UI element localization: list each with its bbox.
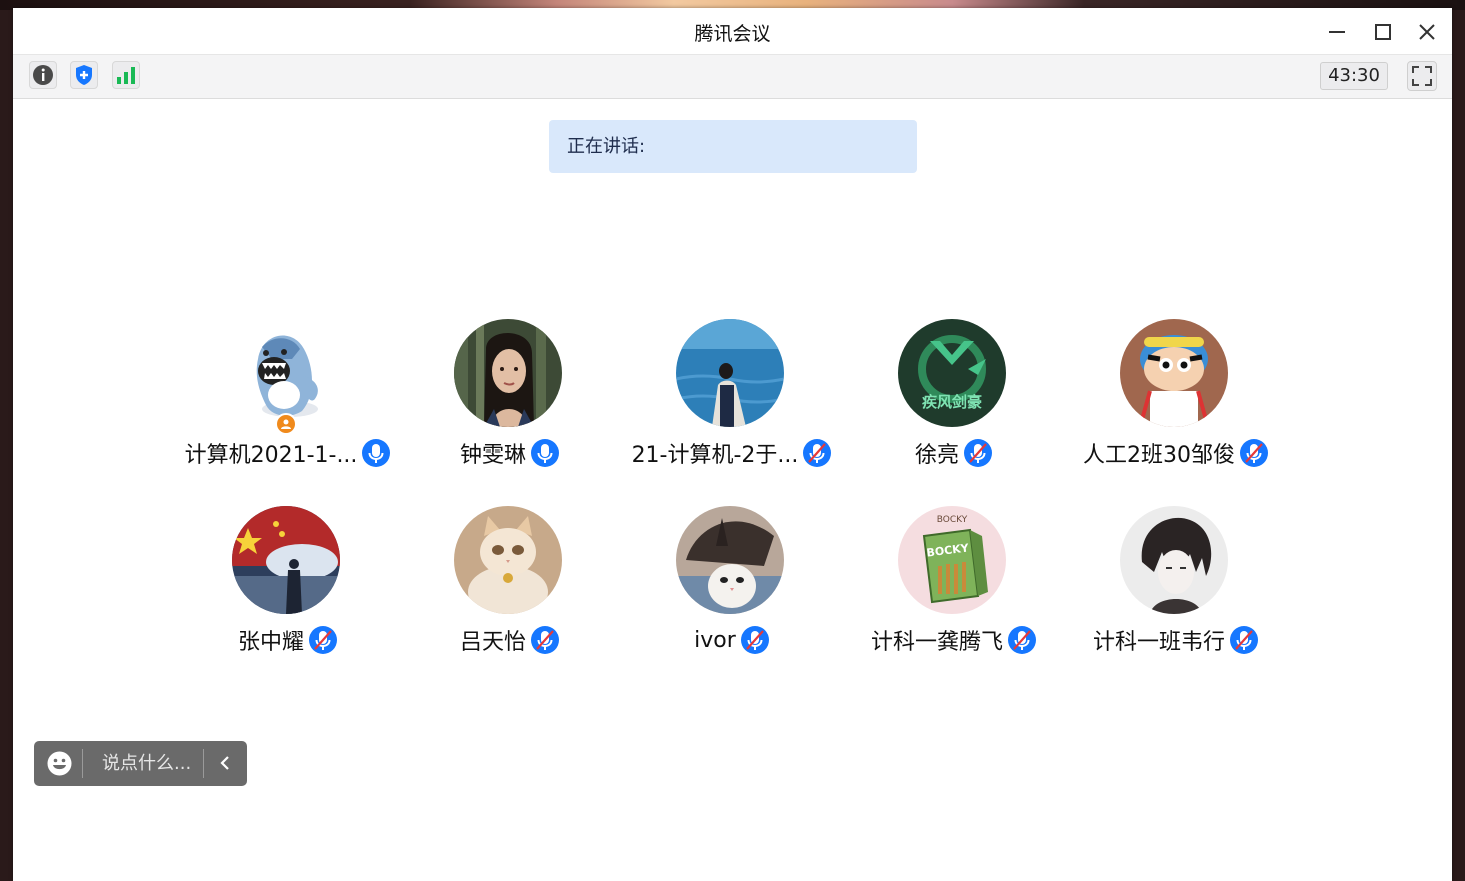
avatar-caption: BOCKY xyxy=(937,515,968,525)
mic-muted-icon[interactable] xyxy=(1239,438,1269,468)
speaking-indicator: 正在讲话: xyxy=(549,120,917,173)
chat-bar: 说点什么... xyxy=(34,741,247,786)
flag-soldier-avatar xyxy=(232,506,340,614)
meeting-window: 腾讯会议 43:30 正在讲话: 计算机2021-1-... 钟雯琳 21-计算… xyxy=(13,8,1452,881)
host-badge xyxy=(275,413,297,435)
mic-muted-icon[interactable] xyxy=(530,625,560,655)
emoji-icon xyxy=(47,751,72,776)
emoji-button[interactable] xyxy=(46,750,73,777)
collapse-chat-button[interactable] xyxy=(214,752,236,774)
snack-box-avatar: BOCKY BOCKY xyxy=(898,506,1006,614)
mic-on-icon[interactable] xyxy=(530,438,560,468)
close-button[interactable] xyxy=(1416,21,1438,43)
shield-icon xyxy=(76,65,92,85)
chat-input[interactable]: 说点什么... xyxy=(102,741,191,786)
mic-muted-icon[interactable] xyxy=(802,438,832,468)
chevron-left-icon xyxy=(220,756,229,770)
signal-bars-icon xyxy=(117,67,135,84)
participant-tile[interactable]: 人工2班30邹俊 xyxy=(1065,319,1287,489)
divider xyxy=(203,749,204,778)
mic-muted-icon[interactable] xyxy=(1007,625,1037,655)
shark-avatar xyxy=(232,319,340,427)
cat-avatar xyxy=(454,506,562,614)
participant-name: 计科一班韦行 xyxy=(1092,630,1225,655)
game-logo-avatar: 疾风剑豪 xyxy=(898,319,1006,427)
fullscreen-button[interactable] xyxy=(1407,61,1437,91)
window-title: 腾讯会议 xyxy=(694,23,771,45)
cartoon-boy-avatar xyxy=(1120,319,1228,427)
participant-tile[interactable]: 张中耀 xyxy=(177,506,399,676)
participant-tile[interactable]: BOCKY BOCKY 计科一龚腾飞 xyxy=(843,506,1065,676)
cat-hat-avatar xyxy=(676,506,784,614)
participant-name: 钟雯琳 xyxy=(459,443,526,468)
mic-muted-icon[interactable] xyxy=(1229,625,1259,655)
mic-muted-icon[interactable] xyxy=(963,438,993,468)
participant-tile[interactable]: ivor xyxy=(621,506,843,676)
participant-name: 徐亮 xyxy=(914,443,959,468)
speaking-label: 正在讲话: xyxy=(567,136,646,157)
participant-tile[interactable]: 钟雯琳 xyxy=(399,319,621,489)
maximize-button[interactable] xyxy=(1372,21,1394,43)
mic-on-icon[interactable] xyxy=(361,438,391,468)
network-status-button[interactable] xyxy=(112,61,140,89)
meeting-toolbar: 43:30 xyxy=(13,55,1452,99)
minimize-button[interactable] xyxy=(1326,21,1348,43)
title-bar: 腾讯会议 xyxy=(13,8,1452,55)
mic-muted-icon[interactable] xyxy=(308,625,338,655)
participant-name: 21-计算机-2于... xyxy=(631,443,799,468)
fullscreen-icon xyxy=(1412,66,1432,86)
anime-sketch-avatar xyxy=(1120,506,1228,614)
woman-portrait-avatar xyxy=(454,319,562,427)
participant-tile[interactable]: 21-计算机-2于... xyxy=(621,319,843,489)
info-button[interactable] xyxy=(29,61,57,89)
info-icon xyxy=(33,65,53,85)
participant-name: ivor xyxy=(694,627,736,653)
mic-muted-icon[interactable] xyxy=(740,625,770,655)
participant-name: 张中耀 xyxy=(237,630,304,655)
participant-name: 计科一龚腾飞 xyxy=(870,630,1003,655)
participant-name: 吕天怡 xyxy=(459,630,526,655)
participant-name: 计算机2021-1-... xyxy=(184,443,358,468)
participant-name: 人工2班30邹俊 xyxy=(1083,443,1235,468)
participant-tile[interactable]: 计科一班韦行 xyxy=(1065,506,1287,676)
participant-tile[interactable]: 疾风剑豪 徐亮 xyxy=(843,319,1065,489)
avatar-caption: 疾风剑豪 xyxy=(922,393,982,411)
sea-avatar xyxy=(676,319,784,427)
participant-tile[interactable]: 吕天怡 xyxy=(399,506,621,676)
security-button[interactable] xyxy=(70,61,98,89)
host-icon xyxy=(281,419,291,429)
participant-tile[interactable]: 计算机2021-1-... xyxy=(177,319,399,489)
meeting-timer: 43:30 xyxy=(1320,62,1388,90)
divider xyxy=(82,749,83,778)
